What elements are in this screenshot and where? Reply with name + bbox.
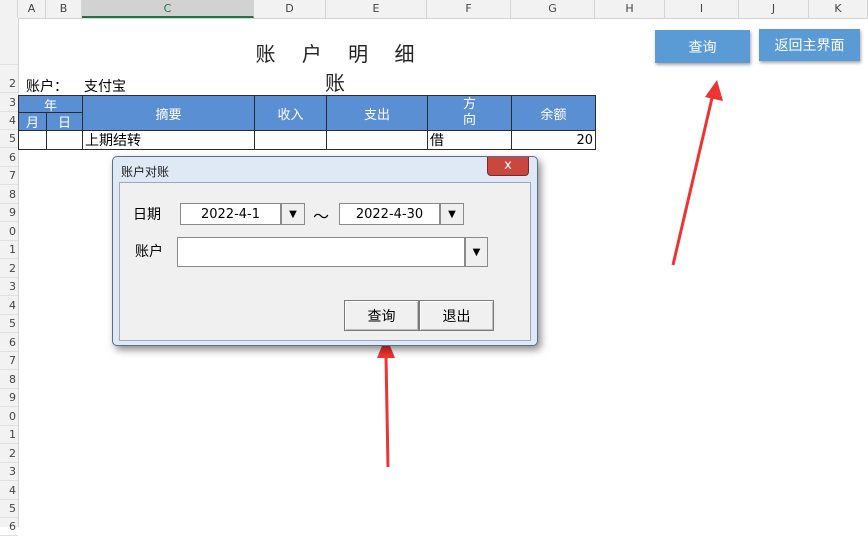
account-reconcile-dialog: 账户对账 x 日期 2022-4-1 ▼ ～ 2022-4-30 ▼ 账户 ▼ …: [112, 156, 538, 346]
arrow-to-query-button: [671, 80, 723, 266]
dialog-exit-button[interactable]: 退出: [419, 300, 494, 331]
chevron-down-icon: ▼: [289, 208, 297, 220]
dialog-title: 账户对账: [121, 165, 170, 179]
account-field-label: 账户: [135, 244, 163, 260]
dialog-query-button[interactable]: 查询: [344, 300, 419, 331]
close-icon: x: [504, 158, 512, 173]
chevron-down-icon: ▼: [472, 246, 481, 258]
date-from-input[interactable]: 2022-4-1: [180, 203, 281, 225]
arrow-to-dialog-query-button: [377, 336, 395, 468]
account-select-dropdown[interactable]: ▼: [465, 237, 488, 267]
dialog-body: 日期 2022-4-1 ▼ ～ 2022-4-30 ▼ 账户 ▼ 查询 退出: [119, 182, 531, 341]
date-to-dropdown[interactable]: ▼: [440, 203, 464, 225]
date-range-separator: ～: [313, 207, 330, 226]
account-select-input[interactable]: [177, 237, 465, 267]
date-label: 日期: [133, 207, 161, 223]
close-button[interactable]: x: [487, 157, 529, 176]
date-from-dropdown[interactable]: ▼: [281, 203, 305, 225]
chevron-down-icon: ▼: [448, 208, 456, 220]
date-to-input[interactable]: 2022-4-30: [339, 203, 440, 225]
